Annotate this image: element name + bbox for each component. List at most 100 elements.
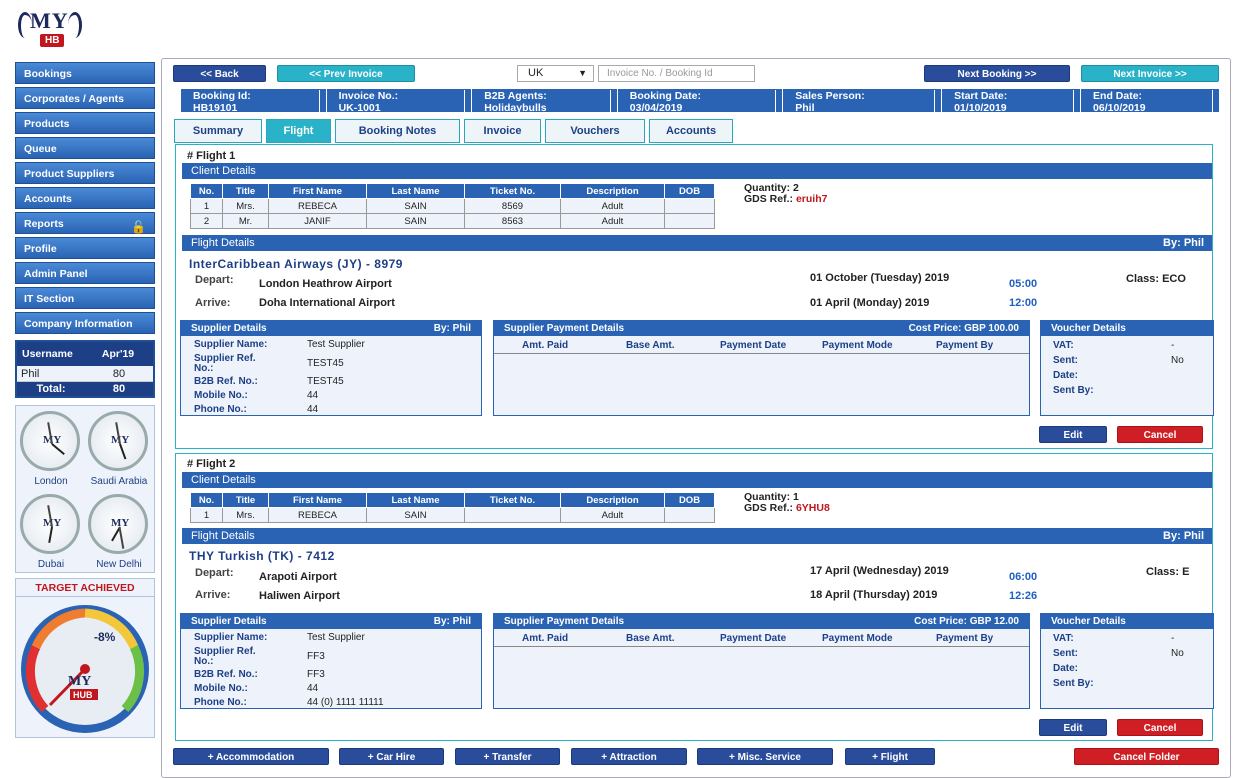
sent-value: No xyxy=(1171,648,1184,659)
next-booking-button[interactable]: Next Booking >> xyxy=(924,65,1070,82)
mobile-row: Mobile No.: xyxy=(194,391,248,401)
add-car-hire-button[interactable]: + Car Hire xyxy=(339,748,444,765)
col-header: Description xyxy=(560,492,665,508)
username-header: Username xyxy=(22,348,73,360)
unlock-icon: 🔓 xyxy=(131,220,146,234)
flight-details-by: By: Phil xyxy=(1163,530,1204,542)
cancel-button[interactable]: Cancel xyxy=(1117,426,1203,443)
kv-label: Supplier Name: xyxy=(194,632,268,643)
supplier-details-header: Supplier Details By: Phil xyxy=(181,614,481,629)
voucher-details-box: Voucher Details VAT: - Sent: No Date: Se… xyxy=(1040,613,1214,709)
edit-button[interactable]: Edit xyxy=(1039,719,1107,736)
tab-booking-notes[interactable]: Booking Notes xyxy=(335,119,460,143)
kv-label: Phone No.: xyxy=(194,404,247,415)
depart-time: 05:00 xyxy=(1009,278,1038,290)
tab-flight[interactable]: Flight xyxy=(266,119,331,143)
flight-card-2: # Flight 2 Client Details No. Title Firs… xyxy=(175,453,1214,741)
sidebar-item-company-information[interactable]: Company Information xyxy=(15,312,155,334)
cell xyxy=(664,198,715,214)
cell: 1 xyxy=(190,198,223,214)
cell: Adult xyxy=(560,213,665,229)
depart-label: Depart: xyxy=(195,274,234,286)
supplier-name-row: Supplier Name: xyxy=(194,340,267,350)
cell xyxy=(464,507,561,523)
gds-label: GDS Ref.: xyxy=(744,193,794,205)
edit-button[interactable]: Edit xyxy=(1039,426,1107,443)
kv-label: B2B Ref. No.: xyxy=(194,376,258,387)
add-flight-button[interactable]: + Flight xyxy=(845,748,935,765)
clock-label-new-delhi: New Delhi xyxy=(96,559,142,570)
field-value: HB19101 xyxy=(187,102,320,114)
vat-label: VAT: xyxy=(1053,633,1074,644)
country-select-value: UK xyxy=(528,67,544,79)
sidebar-item-accounts[interactable]: Accounts xyxy=(15,187,155,209)
arrive-time: 12:26 xyxy=(1009,590,1038,602)
col-header: DOB xyxy=(664,492,715,508)
new-delhi-clock-icon: MY xyxy=(88,494,148,554)
sidebar-item-it-section[interactable]: IT Section xyxy=(15,287,155,309)
tab-invoice[interactable]: Invoice xyxy=(464,119,541,143)
voucher-details-box: Voucher Details VAT: - Sent: No Date: Se… xyxy=(1040,320,1214,416)
col-header: First Name xyxy=(268,492,367,508)
sidebar-item-admin-panel[interactable]: Admin Panel xyxy=(15,262,155,284)
vat-value: - xyxy=(1171,633,1175,644)
field-value: Phil xyxy=(789,102,936,114)
company-logo[interactable]: MY HB xyxy=(16,8,86,50)
sidebar-item-products[interactable]: Products xyxy=(15,112,155,134)
add-accommodation-button[interactable]: + Accommodation xyxy=(173,748,329,765)
next-invoice-button[interactable]: Next Invoice >> xyxy=(1081,65,1219,82)
supplier-ref-value: FF3 xyxy=(307,651,325,662)
sidebar-item-label: Bookings xyxy=(24,68,72,80)
cell: 2 xyxy=(190,213,223,229)
sidebar-item-label: Accounts xyxy=(24,193,72,205)
sidebar-item-queue[interactable]: Queue xyxy=(15,137,155,159)
sidebar-item-reports[interactable]: Reports 🔓 xyxy=(15,212,155,234)
cancel-folder-button[interactable]: Cancel Folder xyxy=(1074,748,1219,765)
sidebar-item-label: Reports xyxy=(24,218,64,230)
sidebar-item-bookings[interactable]: Bookings xyxy=(15,62,155,84)
saudi-arabia-clock-icon: MY xyxy=(88,411,148,471)
sidebar-item-product-suppliers[interactable]: Product Suppliers xyxy=(15,162,155,184)
kv-label: Mobile No.: xyxy=(194,390,248,401)
col-header: Ticket No. xyxy=(464,183,561,199)
tab-vouchers[interactable]: Vouchers xyxy=(545,119,645,143)
field-label: Sales Person: xyxy=(789,90,936,102)
booking-id-field: Booking Id: HB19101 xyxy=(181,89,327,114)
invoice-search-input[interactable]: Invoice No. / Booking Id xyxy=(598,65,755,82)
col-header: Payment By xyxy=(936,633,994,644)
arrive-label: Arrive: xyxy=(195,297,231,309)
prev-invoice-button[interactable]: << Prev Invoice xyxy=(277,65,415,82)
tab-accounts[interactable]: Accounts xyxy=(649,119,733,143)
target-title: TARGET ACHIEVED xyxy=(16,579,154,597)
cell: Adult xyxy=(560,198,665,214)
sidebar-item-label: Corporates / Agents xyxy=(24,93,124,105)
sidebar-item-profile[interactable]: Profile xyxy=(15,237,155,259)
gauge-logo-hub: HUB xyxy=(73,690,93,700)
total-row: Total: 80 xyxy=(17,382,153,396)
client-table-header: No. Title First Name Last Name Ticket No… xyxy=(190,183,715,199)
logo-my-text: MY xyxy=(30,8,69,33)
arrive-date: 18 April (Thursday) 2019 xyxy=(810,589,938,601)
sidebar-item-corporates-agents[interactable]: Corporates / Agents xyxy=(15,87,155,109)
add-transfer-button[interactable]: + Transfer xyxy=(455,748,560,765)
add-misc-service-button[interactable]: + Misc. Service xyxy=(697,748,833,765)
phone-value: 44 (0) 1111 11111 xyxy=(307,697,384,708)
country-select[interactable]: UK ▼ xyxy=(517,65,594,82)
col-header: No. xyxy=(190,183,223,199)
supplier-by: By: Phil xyxy=(433,323,471,334)
supplier-details-box: Supplier Details By: Phil Supplier Name: … xyxy=(180,320,482,416)
sidebar-item-label: Queue xyxy=(24,143,57,155)
b2b-ref-row: B2B Ref. No.: xyxy=(194,377,258,387)
add-attraction-button[interactable]: + Attraction xyxy=(571,748,687,765)
field-value: 06/10/2019 xyxy=(1087,102,1213,114)
cancel-button[interactable]: Cancel xyxy=(1117,719,1203,736)
clock-label-saudi-arabia: Saudi Arabia xyxy=(90,476,148,487)
col-header: DOB xyxy=(664,183,715,199)
field-value: UK-1001 xyxy=(333,102,466,114)
month-header: Apr'19 xyxy=(101,348,135,360)
cell: Adult xyxy=(560,507,665,523)
tab-summary[interactable]: Summary xyxy=(174,119,262,143)
flight-details-label: Flight Details xyxy=(191,530,255,542)
back-button[interactable]: << Back xyxy=(173,65,266,82)
field-label: Booking Id: xyxy=(187,90,320,102)
